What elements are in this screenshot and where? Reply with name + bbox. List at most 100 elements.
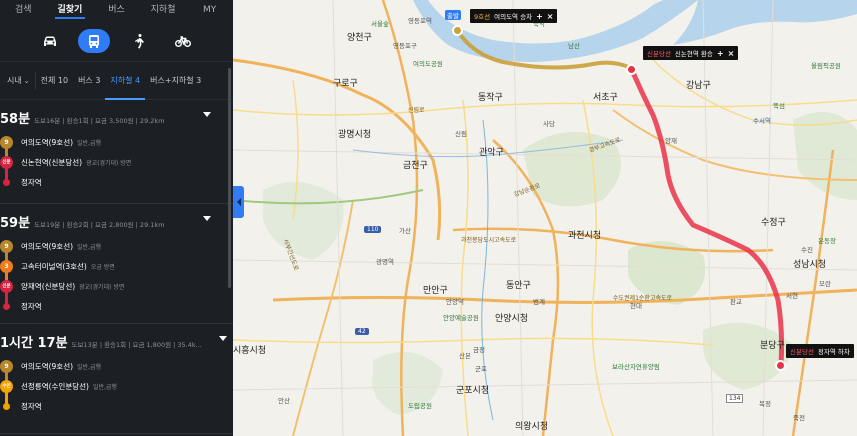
route-step: 9 여의도역(9호선) 일반,급행 [0,357,225,375]
route-step: 9 여의도역(9호선) 일반,급행 [0,237,225,255]
station-name: 고속터미널역(3호선) [21,261,87,271]
route-step: 정자역 [0,297,225,315]
start-marker-label: 출발 [445,10,461,20]
station-name: 여의도역(9호선) [21,361,74,371]
mode-car[interactable] [34,29,66,53]
nav-search[interactable]: 검색 [0,0,47,20]
park-label: 보라산자연휴양림 [612,363,660,371]
plus-icon[interactable]: + [717,49,724,58]
route-step: 신분 신논현역(신분당선) 광교(경기대) 방면 [0,153,225,171]
direction-text: 일반,급행 [77,139,102,147]
map-label: 범계 [533,298,545,306]
map-label: 수서역 [753,117,771,125]
park-label: 올림픽공원 [811,62,841,70]
map-label: 서초구 [593,93,618,103]
callout-line: 신분당선 [647,50,671,58]
filter-subway[interactable]: 지하철 4 [105,62,146,100]
bus-icon [89,34,100,48]
map-label: 군포 [475,365,487,373]
callout-station: 정자역 하차 [817,348,850,356]
plus-icon[interactable]: + [536,12,543,21]
transfer-callout: 신분당선 신논현역 환승 + × [643,46,739,60]
mode-transit[interactable] [78,28,111,53]
transport-modes [0,20,233,62]
park-label: 서울숲 [371,20,389,28]
station-name: 여의도역(9호선) [21,137,74,147]
map-label: 판교 [730,298,742,306]
map-label: 사당 [543,120,555,128]
car-icon [44,36,57,46]
expand-arrow-icon[interactable] [203,112,211,117]
station-name: 선정릉역(수인분당선) [21,381,89,391]
end-dot [3,178,10,186]
route-step: 수인 선정릉역(수인분당선) 일반,급행 [0,377,225,395]
map-label: 남산 [568,42,580,50]
map-label: 동안구 [506,281,531,291]
callout-line: 신분당선 [790,348,814,356]
close-icon[interactable]: × [728,49,735,58]
park-label: 뚝섬 [773,102,785,110]
line-9-badge: 9 [0,135,13,149]
map-label: 신림 [455,130,467,138]
close-icon[interactable]: × [547,12,554,21]
map-label: 광명역 [376,258,394,266]
area-select[interactable]: 시내 ⌄ [2,71,36,90]
collapse-panel-button[interactable] [233,186,244,218]
map-label: 안양시청 [495,314,529,324]
route-summary: 도보13분 | 환승1회 | 요금 1,800원 | 35.4k... [71,341,202,349]
map-label: 가산 [399,227,411,235]
nav-directions[interactable]: 길찾기 [47,0,94,20]
map-label: 강남구 [686,81,711,91]
area-select-label: 시내 [7,75,22,85]
map-label: 죽전 [793,414,805,422]
direction-text: 일반,급행 [77,243,102,251]
route-duration: 59분 [0,216,31,231]
map-label: 금정 [473,346,485,354]
line-3-badge: 3 [0,259,13,273]
route-shield: 110 [364,226,382,233]
direction-text: 오금 방면 [90,263,115,271]
direction-text: 광교(경기대) 방면 [79,283,125,291]
park-label: 여의도공원 [413,60,443,68]
route-summary: 도보16분 | 환승1회 | 요금 3,500원 | 29.2km [34,117,165,125]
map-label: 모란 [819,280,831,288]
station-name: 정자역 [21,301,42,311]
sinbundang-badge: 신분 [0,155,13,169]
nav-subway[interactable]: 지하철 [140,0,187,20]
map-label: 산본 [459,352,471,360]
filter-bus[interactable]: 버스 3 [73,62,105,100]
end-marker[interactable] [775,360,786,371]
filter-all[interactable]: 전체 10 [36,62,73,100]
map-label: 복정 [759,400,771,408]
transfer-marker[interactable] [626,64,637,75]
start-marker[interactable] [452,25,463,36]
station-name: 양재역(신분당선) [21,281,76,291]
panel-scrollbar[interactable] [228,68,231,288]
map-label: 양재 [665,137,677,145]
park-label: 운동장 [818,237,836,245]
map-label: 분당구 [760,341,785,351]
nav-bus[interactable]: 버스 [93,0,140,20]
map-view[interactable]: 양천구 구로구 광명시청 금천구 동작구 서초구 강남구 관악구 과천시청 안양… [233,0,857,436]
direction-text: 일반,급행 [77,363,102,371]
route-option-2[interactable]: 59분 도보19분 | 환승2회 | 요금 2,800원 | 29.1km 9 … [0,204,233,324]
sinbundang-badge: 신분 [0,279,13,293]
expand-arrow-icon[interactable] [203,216,211,221]
route-option-3[interactable]: 1시간 17분 도보13분 | 환승1회 | 요금 1,800원 | 35.4k… [0,324,233,434]
nav-my[interactable]: MY [186,0,233,20]
line-9-badge: 9 [0,239,13,253]
map-label: 영등포구 [393,42,417,50]
mode-bike[interactable] [167,29,199,53]
road-label: 과천봉담도시고속도로 [461,237,517,244]
expand-arrow-icon[interactable] [219,336,227,341]
route-option-1[interactable]: 58분 도보16분 | 환승1회 | 요금 3,500원 | 29.2km 9 … [0,100,233,204]
filter-bus-subway[interactable]: 버스+지하철 3 [145,62,206,100]
route-summary: 도보19분 | 환승2회 | 요금 2,800원 | 29.1km [34,221,165,229]
mode-walk[interactable] [123,29,155,53]
callout-station: 신논현역 환승 [674,50,713,58]
top-nav: 검색 길찾기 버스 지하철 MY [0,0,233,20]
suin-bundang-badge: 수인 [0,379,13,393]
route-step: 9 여의도역(9호선) 일반,급행 [0,133,225,151]
road-label: 수도권제1순환고속도로 [613,295,673,302]
route-step: 정자역 [0,173,225,191]
